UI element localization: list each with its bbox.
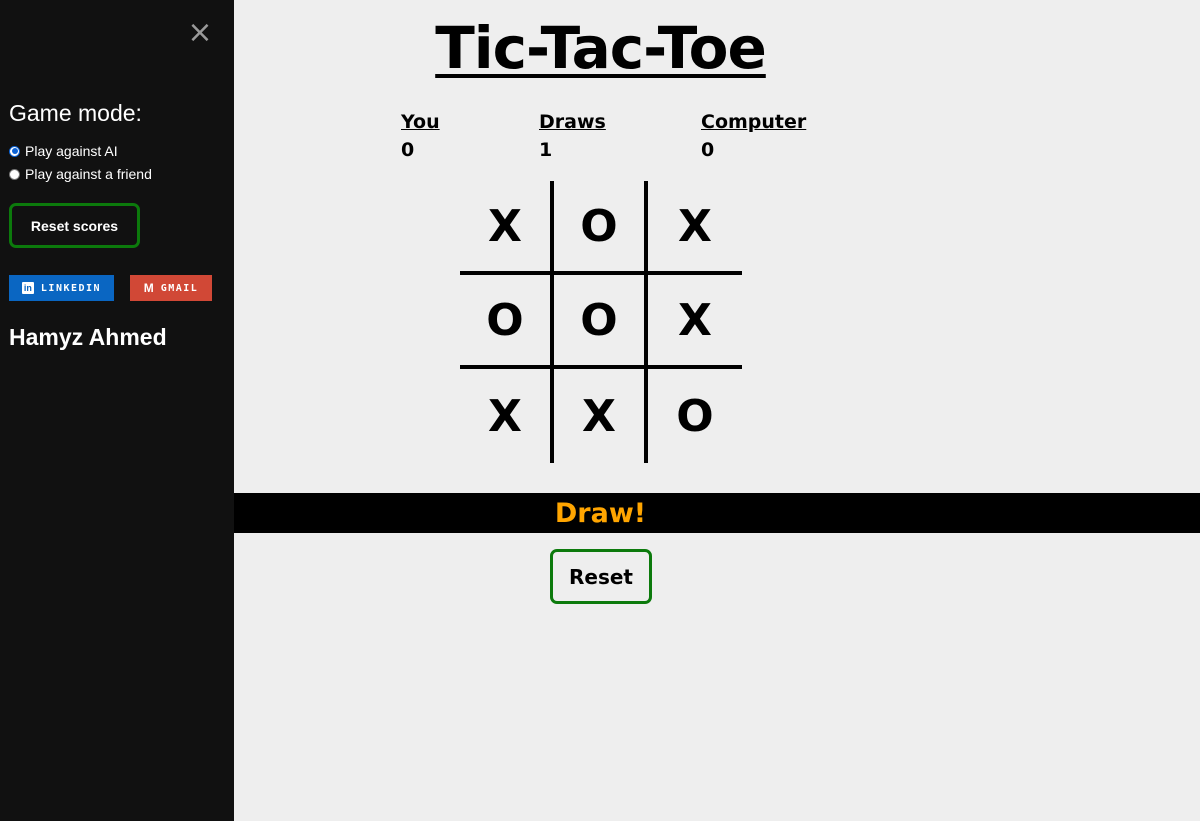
board-cell[interactable]: X — [648, 275, 742, 369]
game-mode-title: Game mode: — [9, 100, 142, 126]
reset-button[interactable]: Reset — [550, 549, 652, 604]
score-draws-value: 1 — [539, 139, 553, 161]
linkedin-button[interactable]: in LINKEDIN — [9, 275, 114, 301]
close-icon[interactable]: × — [186, 18, 214, 50]
score-computer-label: Computer — [701, 111, 807, 133]
linkedin-icon: in — [21, 282, 34, 294]
author-name: Hamyz Ahmed — [9, 324, 167, 350]
gmail-button[interactable]: M GMAIL — [130, 275, 212, 301]
page-title: Tic-Tac-Toe — [435, 14, 767, 82]
board-cell[interactable]: X — [460, 369, 554, 463]
mode-option-friend[interactable]: Play against a friend — [9, 166, 152, 182]
reset-scores-button[interactable]: Reset scores — [9, 203, 140, 248]
board-cell[interactable]: X — [648, 181, 742, 275]
gmail-icon: M — [143, 281, 154, 295]
status-bar: Draw! — [234, 493, 1200, 533]
mode-option-label: Play against AI — [25, 143, 118, 159]
board-cell[interactable]: O — [554, 275, 648, 369]
game-board: X O X O O X X X O — [460, 181, 742, 463]
board-cell[interactable]: O — [648, 369, 742, 463]
board-cell[interactable]: O — [554, 181, 648, 275]
score-draws-label: Draws — [539, 111, 606, 133]
score-computer-value: 0 — [701, 139, 715, 161]
radio-ai[interactable] — [9, 145, 20, 157]
board-cell[interactable]: X — [460, 181, 554, 275]
board-cell[interactable]: X — [554, 369, 648, 463]
mode-option-ai[interactable]: Play against AI — [9, 143, 118, 159]
gmail-label: GMAIL — [160, 282, 199, 294]
radio-friend[interactable] — [9, 168, 20, 180]
mode-option-label: Play against a friend — [25, 166, 152, 182]
linkedin-label: LINKEDIN — [40, 282, 102, 294]
game-area: Tic-Tac-Toe You 0 Draws 1 Computer 0 X O… — [234, 0, 1200, 821]
score-computer: Computer 0 — [701, 110, 806, 166]
score-draws: Draws 1 — [539, 110, 606, 166]
score-you-value: 0 — [401, 139, 415, 161]
score-you: You 0 — [401, 110, 440, 166]
game-status: Draw! — [554, 498, 647, 529]
sidebar: × Game mode: Play against AI Play agains… — [0, 0, 234, 821]
board-cell[interactable]: O — [460, 275, 554, 369]
score-you-label: You — [401, 111, 440, 133]
